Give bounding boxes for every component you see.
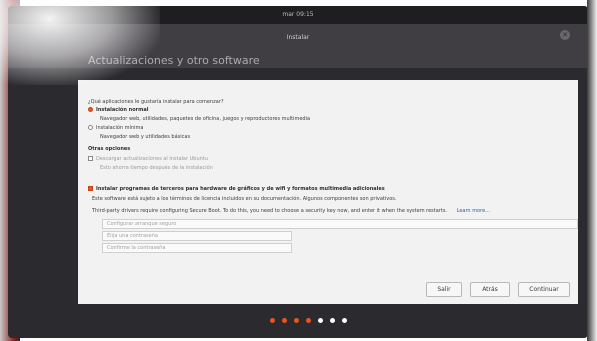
back-button[interactable]: Atrás xyxy=(470,282,510,297)
clock: mar 09:15 xyxy=(282,11,314,18)
progress-dots xyxy=(270,318,347,323)
option-normal-install[interactable]: Instalación normal xyxy=(88,107,148,113)
continue-button[interactable]: Continuar xyxy=(518,282,570,297)
secure-boot-confirm-field[interactable]: Confirme la contraseña xyxy=(102,243,292,253)
option-normal-description: Navegador web, utilidades, paquetes de o… xyxy=(100,116,311,122)
secure-boot-option[interactable]: Configurar arranque seguro xyxy=(102,219,578,229)
background-edge-right xyxy=(587,0,597,341)
option-minimal-description: Navegador web y utilidades básicas xyxy=(100,134,191,140)
learn-more-link[interactable]: Learn more... xyxy=(457,208,490,214)
option-third-party[interactable]: Instalar programas de terceros para hard… xyxy=(88,186,385,192)
download-updates-note: Esto ahorra tiempo después de la instala… xyxy=(100,165,213,171)
installer-screen: mar 09:15 Instalar ✕ Actualizaciones y o… xyxy=(8,6,588,338)
progress-dot xyxy=(342,318,347,323)
quit-button[interactable]: Salir xyxy=(426,282,462,297)
progress-dot xyxy=(282,318,287,323)
option-download-updates[interactable]: Descargar actualizaciones al instalar Ub… xyxy=(88,156,208,162)
progress-dot xyxy=(330,318,335,323)
updates-panel: ¿Qué aplicaciones le gustaría instalar p… xyxy=(78,80,578,304)
progress-dot xyxy=(270,318,275,323)
page-title: Actualizaciones y otro software xyxy=(88,54,260,67)
secure-boot-text: Third-party drivers require configuring … xyxy=(92,208,490,214)
radio-normal-install[interactable] xyxy=(88,107,93,112)
progress-dot xyxy=(306,318,311,323)
install-question: ¿Qué aplicaciones le gustaría instalar p… xyxy=(88,99,224,105)
top-panel: mar 09:15 xyxy=(8,6,588,24)
option-minimal-install[interactable]: Instalación mínima xyxy=(88,125,143,131)
radio-minimal-install[interactable] xyxy=(88,125,93,130)
progress-dot xyxy=(318,318,323,323)
checkbox-third-party[interactable] xyxy=(88,186,93,191)
progress-dot xyxy=(294,318,299,323)
secure-boot-password-field[interactable]: Elija una contraseña xyxy=(102,231,292,241)
third-party-license-note: Este software está sujeto a los términos… xyxy=(92,196,397,202)
close-icon[interactable]: ✕ xyxy=(560,30,570,40)
window-title: Instalar xyxy=(286,34,310,41)
other-options-heading: Otras opciones xyxy=(88,146,131,152)
checkbox-download-updates[interactable] xyxy=(88,156,93,161)
